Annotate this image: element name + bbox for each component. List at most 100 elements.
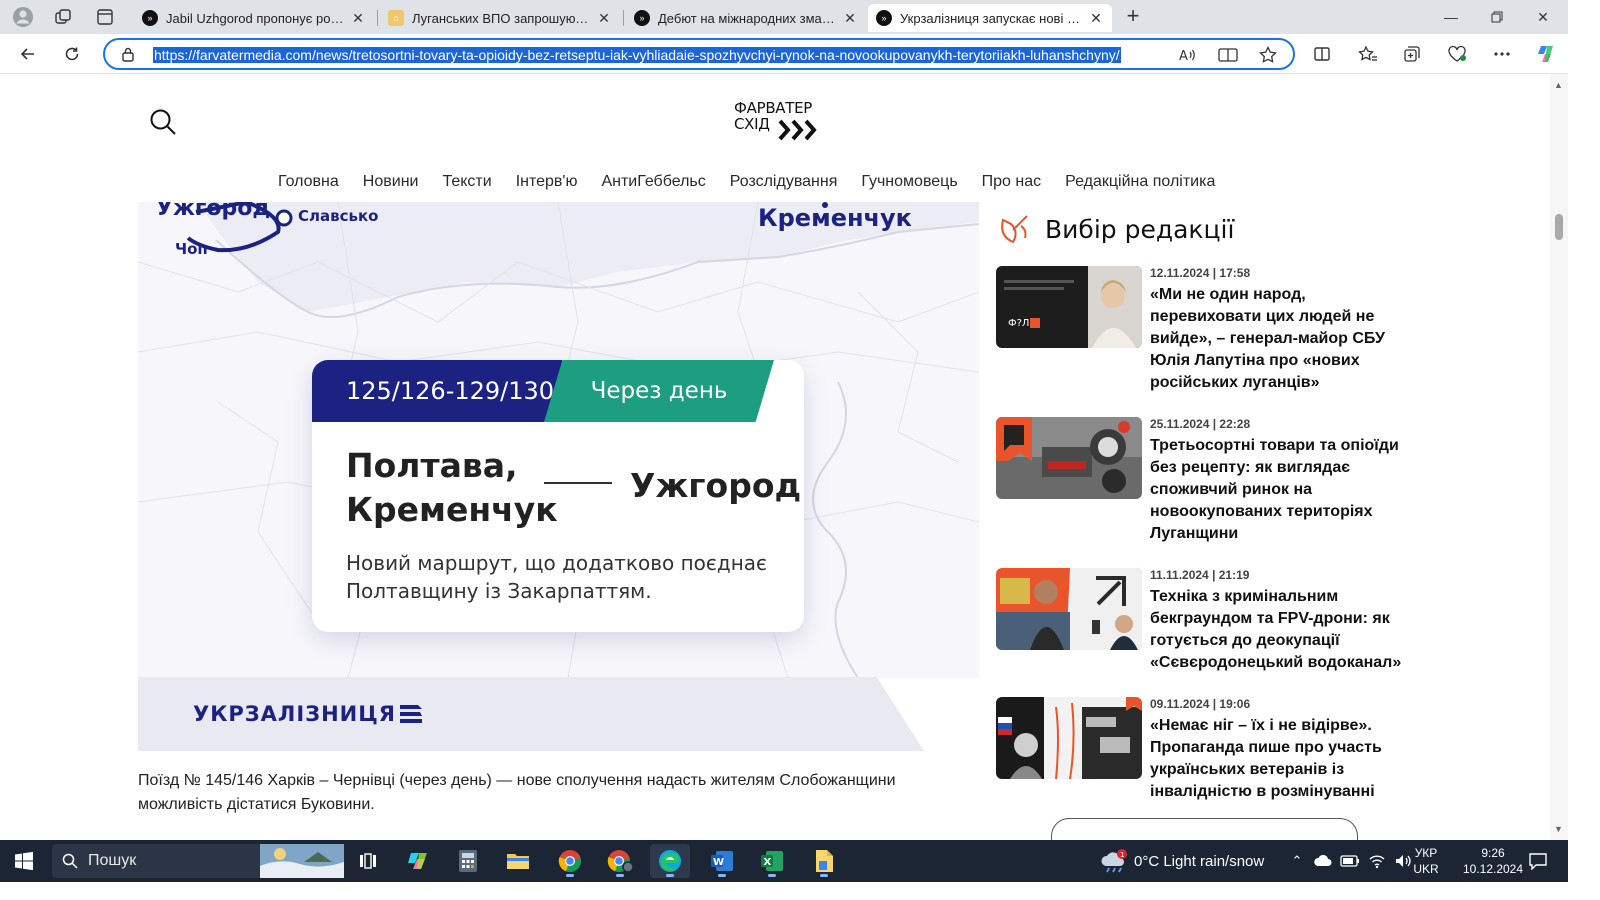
browser-essentials-icon[interactable]: [1443, 40, 1471, 68]
nav-interviews[interactable]: Інтерв'ю: [516, 173, 578, 195]
tab-jabil[interactable]: » Jabil Uzhgorod пропонує роботу ✕: [134, 4, 374, 32]
onedrive-icon[interactable]: [1314, 853, 1332, 869]
pick-date: 12.11.2024 | 17:58: [1150, 266, 1251, 280]
running-indicator: [768, 874, 776, 877]
home-icon: ⌂: [388, 10, 404, 26]
ukrzaliznytsia-banner: УКРЗАЛІЗНИЦЯ: [138, 677, 924, 751]
search-icon[interactable]: [148, 107, 178, 137]
tab-debut[interactable]: » Дебют на міжнародних змаганн ✕: [626, 4, 866, 32]
pick-thumbnail[interactable]: [996, 417, 1142, 499]
nav-editorial-policy[interactable]: Редакційна політика: [1065, 173, 1215, 195]
favorites-icon[interactable]: [1354, 40, 1382, 68]
address-bar[interactable]: https://farvatermedia.com/news/tretosort…: [103, 38, 1295, 70]
route-number: 125/126-129/130: [312, 360, 562, 422]
pick-thumbnail[interactable]: [996, 697, 1142, 779]
workspaces-icon[interactable]: [50, 5, 76, 29]
vertical-tabs-icon[interactable]: [92, 5, 118, 29]
map-label-slavske: Славсько: [298, 207, 379, 225]
close-icon[interactable]: ✕: [596, 10, 612, 27]
pick-item[interactable]: 11.11.2024 | 21:19 Техніка з кримінальни…: [996, 568, 1416, 688]
favorite-star-icon[interactable]: [1257, 45, 1279, 65]
pick-headline[interactable]: «Немає ніг – їх і не відірве». Пропаганд…: [1150, 715, 1412, 803]
battery-icon[interactable]: [1340, 854, 1360, 868]
main-navigation: Головна Новини Тексти Інтерв'ю АнтиГеббе…: [278, 173, 1239, 195]
pick-headline[interactable]: Третьосортні товари та опіоїди без рецеп…: [1150, 435, 1412, 545]
chevron-up-icon[interactable]: ⌃: [1288, 853, 1306, 869]
notifications-icon[interactable]: [1518, 844, 1558, 878]
wifi-icon[interactable]: [1368, 853, 1386, 869]
immersive-reader-icon[interactable]: [1217, 45, 1239, 65]
map-label-kremenchuk: Кременчук: [758, 204, 912, 232]
article-paragraph: Поїзд № 145/146 Харків – Чернівці (через…: [138, 772, 896, 813]
pick-headline[interactable]: Техніка з кримінальним бекграундом та FP…: [1150, 586, 1412, 674]
pick-item[interactable]: 25.11.2024 | 22:28 Третьосортні товари т…: [996, 417, 1416, 547]
svg-text:X: X: [764, 857, 772, 868]
nav-news[interactable]: Новини: [363, 173, 419, 195]
nav-about[interactable]: Про нас: [982, 173, 1041, 195]
page-scrollbar[interactable]: ▲ ▼: [1550, 74, 1568, 840]
close-icon[interactable]: ✕: [350, 10, 366, 27]
weather-widget[interactable]: 1 0°C Light rain/snow: [1100, 840, 1264, 882]
scrollbar-thumb[interactable]: [1555, 214, 1563, 240]
close-icon[interactable]: ✕: [1088, 10, 1104, 27]
windows-taskbar: Пошук W X 1 0°C Light rain/snow ⌃ УКР UK…: [0, 840, 1568, 882]
more-menu-icon[interactable]: [1488, 40, 1516, 68]
copilot-icon[interactable]: [1532, 40, 1560, 68]
read-aloud-icon[interactable]: A: [1177, 45, 1199, 65]
search-highlight-image: [260, 844, 344, 878]
tab-title: Дебют на міжнародних змаганн: [658, 10, 836, 26]
excel-icon[interactable]: X: [752, 844, 792, 878]
hero-image: Ужгород Славсько Чоп Кременчук 125/126-1…: [138, 202, 979, 678]
keyboard-layout: UKR: [1413, 862, 1439, 876]
nav-investigations[interactable]: Розслідування: [730, 173, 838, 195]
calculator-icon[interactable]: [448, 844, 488, 878]
files-icon[interactable]: [804, 844, 844, 878]
task-view-icon[interactable]: [348, 844, 388, 878]
pick-thumbnail[interactable]: [996, 568, 1142, 650]
nav-antigoebbels[interactable]: АнтиГеббельс: [601, 173, 705, 195]
scroll-up-icon[interactable]: ▲: [1554, 80, 1563, 90]
close-window-icon[interactable]: ✕: [1520, 0, 1566, 34]
nav-texts[interactable]: Тексти: [442, 173, 491, 195]
chrome-profile-icon[interactable]: [600, 844, 640, 878]
route-connector: [544, 482, 612, 484]
word-icon[interactable]: W: [702, 844, 742, 878]
pick-item[interactable]: 09.11.2024 | 19:06 «Немає ніг – їх і не …: [996, 697, 1416, 807]
restore-icon[interactable]: [1474, 0, 1520, 34]
back-arrow-icon[interactable]: [14, 40, 42, 68]
tab-divider: [623, 10, 624, 26]
copilot-app-icon[interactable]: [398, 844, 438, 878]
taskbar-search[interactable]: Пошук: [52, 844, 344, 878]
search-placeholder: Пошук: [88, 852, 137, 869]
collections-icon[interactable]: [1398, 40, 1426, 68]
editors-picks-title: Вибір редакції: [1045, 214, 1235, 244]
pick-headline[interactable]: «Ми не один народ, перевиховати цих люде…: [1150, 284, 1412, 394]
refresh-icon[interactable]: [58, 40, 86, 68]
nav-home[interactable]: Головна: [278, 173, 339, 195]
satellite-dish-icon: [1001, 215, 1028, 244]
nav-loudspeaker[interactable]: Гучномовець: [861, 173, 957, 195]
pick-item[interactable]: Ф?ЛЮ 12.11.2024 | 17:58 «Ми не один наро…: [996, 266, 1416, 396]
site-logo[interactable]: ФАРВАТЕР СХІД: [734, 100, 824, 146]
input-language[interactable]: УКР UKR: [1410, 845, 1442, 877]
new-tab-button[interactable]: +: [1120, 5, 1146, 29]
close-icon[interactable]: ✕: [842, 10, 858, 27]
windows-start-icon[interactable]: [4, 844, 44, 878]
logo-chevrons-icon: [778, 119, 817, 141]
profile-icon[interactable]: [10, 5, 36, 29]
pick-date: 09.11.2024 | 19:06: [1150, 697, 1251, 711]
split-screen-icon[interactable]: [1308, 40, 1336, 68]
file-explorer-icon[interactable]: [498, 844, 538, 878]
tab-ukrzaliznytsia[interactable]: » Укрзалізниця запускає нові мар ✕: [868, 4, 1112, 32]
minimize-icon[interactable]: —: [1428, 0, 1474, 34]
chrome-icon[interactable]: [550, 844, 590, 878]
tab-luhansk-vpo[interactable]: ⌂ Луганських ВПО запрошують на ✕: [380, 4, 620, 32]
scroll-down-icon[interactable]: ▼: [1554, 824, 1563, 834]
edge-icon[interactable]: [650, 844, 690, 878]
url-field[interactable]: https://farvatermedia.com/news/tretosort…: [153, 46, 1163, 64]
pick-thumbnail[interactable]: Ф?ЛЮ: [996, 266, 1142, 348]
tab-divider: [377, 10, 378, 26]
lock-icon[interactable]: [121, 46, 135, 67]
url-text[interactable]: https://farvatermedia.com/news/tretosort…: [153, 47, 1121, 63]
more-picks-button[interactable]: [1051, 818, 1358, 840]
